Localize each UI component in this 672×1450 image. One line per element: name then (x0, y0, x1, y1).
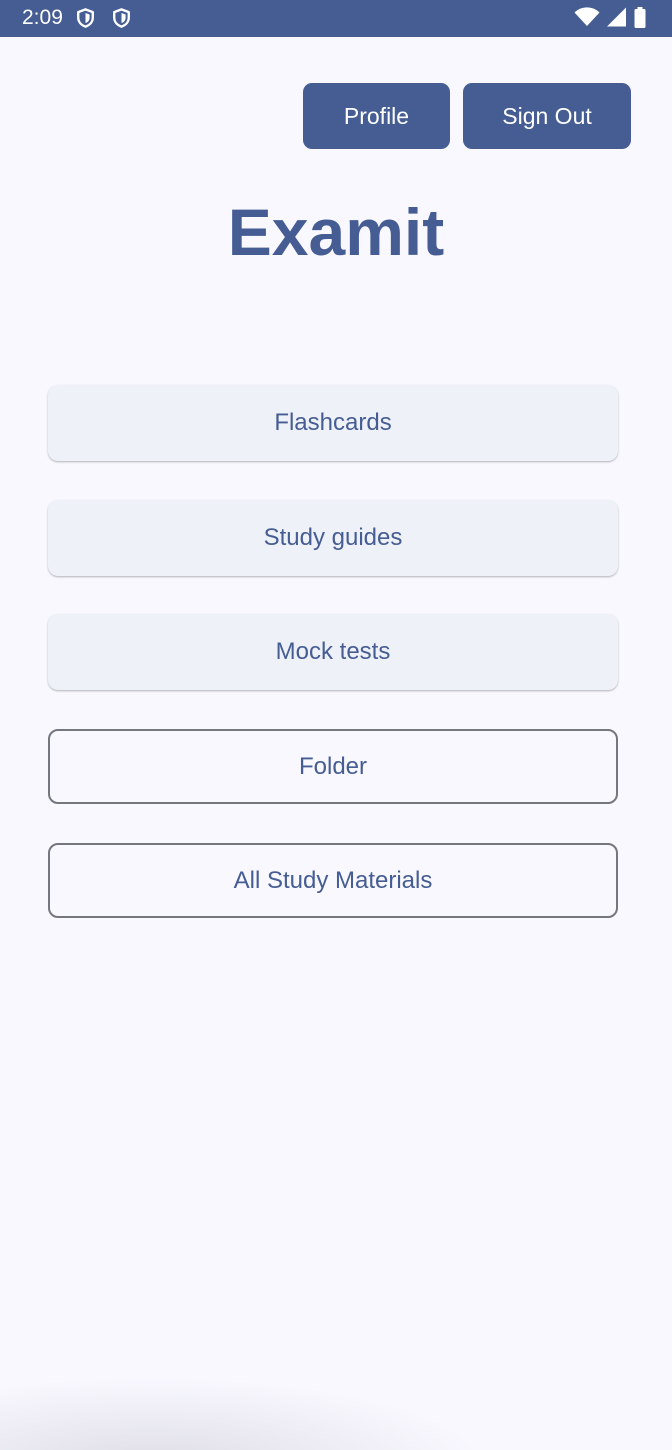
study-guides-button[interactable]: Study guides (48, 500, 618, 576)
all-study-materials-button[interactable]: All Study Materials (48, 843, 618, 918)
folder-button[interactable]: Folder (48, 729, 618, 804)
shield-icon (77, 8, 94, 28)
status-icons (574, 6, 646, 28)
status-time: 2:09 (22, 6, 63, 29)
app-title: Examit (227, 195, 445, 269)
profile-button[interactable]: Profile (303, 83, 450, 149)
bottom-fade (0, 1360, 672, 1450)
shield-icon (113, 8, 130, 28)
sign-out-button[interactable]: Sign Out (463, 83, 631, 149)
wifi-icon (574, 7, 600, 26)
signal-icon (607, 7, 626, 27)
status-bar: 2:09 (0, 0, 672, 37)
battery-icon (634, 6, 646, 28)
flashcards-button[interactable]: Flashcards (48, 385, 618, 461)
mock-tests-button[interactable]: Mock tests (48, 614, 618, 690)
